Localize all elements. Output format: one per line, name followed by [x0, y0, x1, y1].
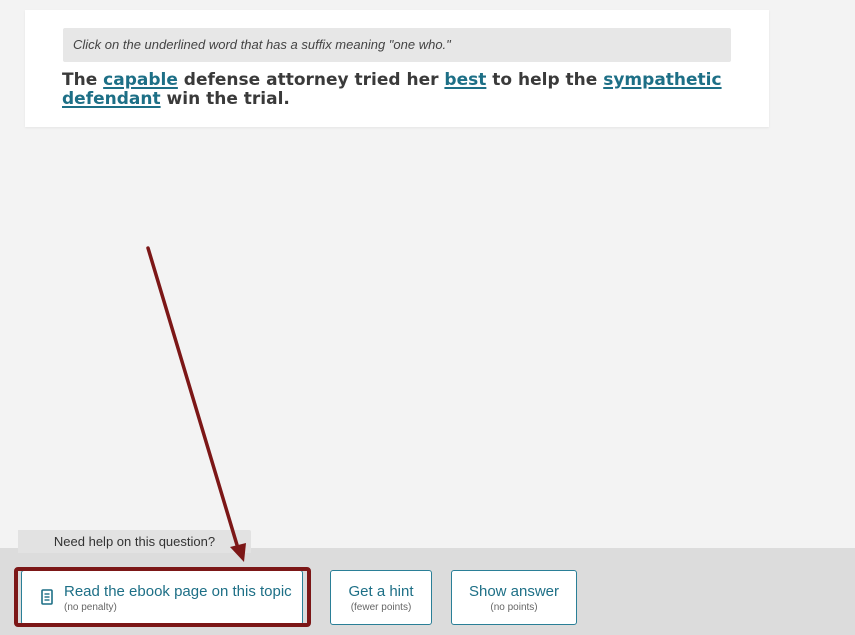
show-answer-button[interactable]: Show answer (no points): [451, 570, 577, 625]
read-ebook-button[interactable]: Read the ebook page on this topic (no pe…: [21, 570, 303, 625]
read-ebook-note: (no penalty): [64, 602, 117, 613]
question-card: Click on the underlined word that has a …: [25, 10, 769, 127]
get-hint-note: (fewer points): [350, 602, 412, 613]
sentence-text: win the trial.: [166, 89, 290, 109]
read-ebook-label: Read the ebook page on this topic: [64, 583, 292, 600]
get-hint-button[interactable]: Get a hint (fewer points): [330, 570, 432, 625]
sentence-text: defense attorney tried her: [183, 70, 439, 90]
word-choice-capable[interactable]: capable: [103, 70, 178, 90]
word-choice-sympathetic[interactable]: sympathetic: [603, 70, 721, 90]
show-answer-label: Show answer: [468, 583, 560, 600]
get-hint-label: Get a hint: [348, 583, 414, 600]
help-tab: Need help on this question?: [18, 530, 251, 553]
show-answer-note: (no points): [490, 602, 538, 613]
question-instruction: Click on the underlined word that has a …: [63, 28, 731, 62]
sentence-text: The: [62, 70, 98, 90]
word-choice-defendant[interactable]: defendant: [62, 89, 161, 109]
word-choice-best[interactable]: best: [444, 70, 486, 90]
sentence-text: to help the: [492, 70, 598, 90]
document-icon: [41, 589, 53, 605]
question-sentence: The capable defense attorney tried her b…: [62, 71, 742, 109]
